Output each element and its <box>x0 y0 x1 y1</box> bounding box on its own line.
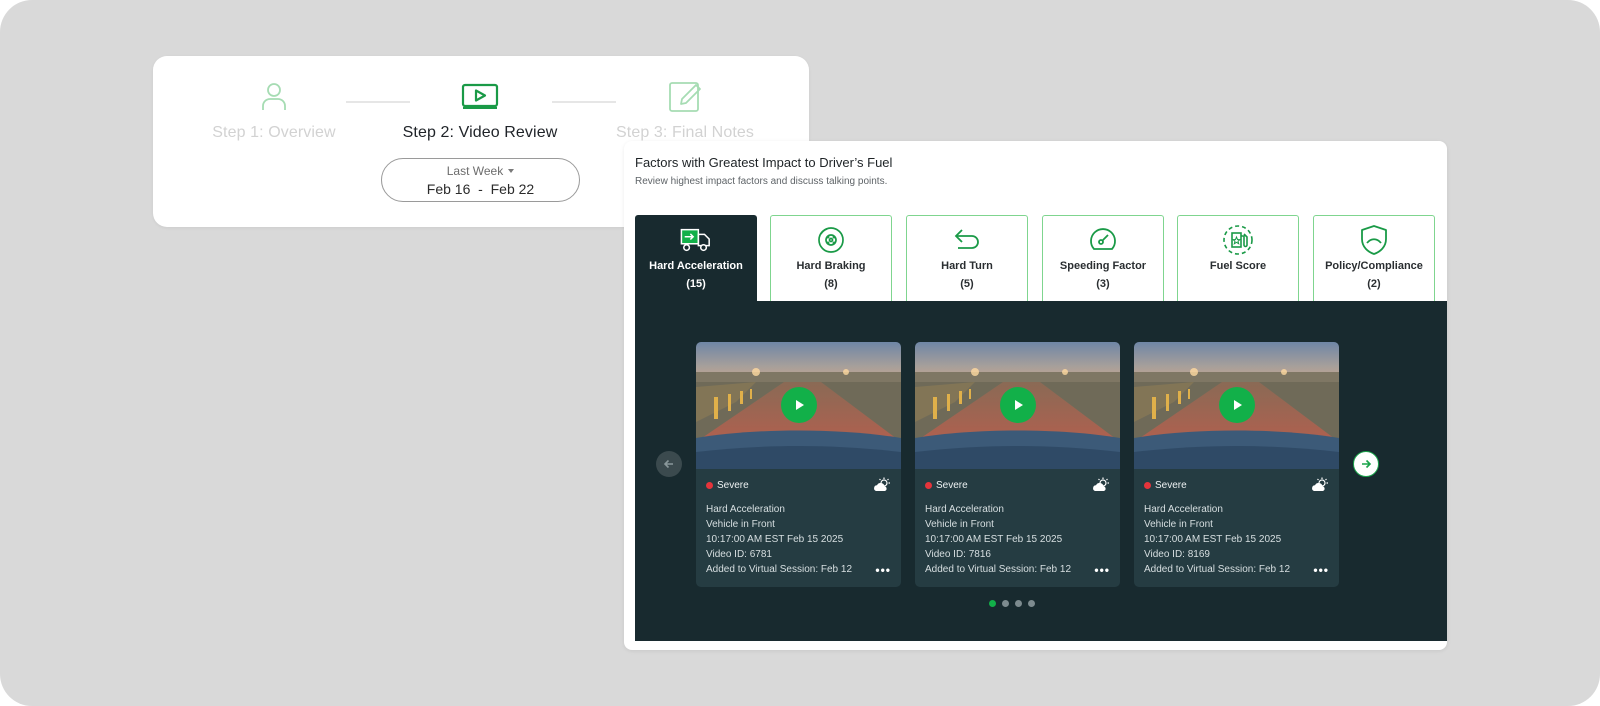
step-final-notes[interactable]: Step 3: Final Notes <box>585 76 785 142</box>
screenshot-frame: Step 1: Overview Step 2: Video Review St… <box>0 0 1600 706</box>
tab-label: Policy/Compliance <box>1325 260 1423 272</box>
play-button[interactable] <box>781 387 817 423</box>
play-button[interactable] <box>1000 387 1036 423</box>
turn-arrow-icon <box>951 224 983 256</box>
tab-hard-acceleration[interactable]: Hard Acceleration (15) <box>635 215 757 301</box>
factors-title: Factors with Greatest Impact to Driver’s… <box>635 155 893 170</box>
event-type: Hard Acceleration <box>1144 504 1223 515</box>
tab-count: (3) <box>1096 278 1110 290</box>
event-detail: Vehicle in Front <box>925 519 994 530</box>
play-icon <box>1234 400 1242 410</box>
fuel-pump-icon <box>1222 224 1254 256</box>
video-meta: Severe Hard Acceleration Vehicle in Fron… <box>1144 477 1329 577</box>
added-to-session: Added to Virtual Session: Feb 12 <box>1144 564 1291 575</box>
tab-label: Hard Turn <box>941 260 993 272</box>
carousel-next-button[interactable] <box>1353 451 1379 477</box>
video-play-icon <box>460 76 500 116</box>
video-id: Video ID: 6781 <box>706 549 772 560</box>
added-to-session: Added to Virtual Session: Feb 12 <box>925 564 1072 575</box>
event-detail: Vehicle in Front <box>706 519 775 530</box>
event-time: 10:17:00 AM EST Feb 15 2025 <box>1144 534 1282 545</box>
play-button[interactable] <box>1219 387 1255 423</box>
severity-label: Severe <box>936 480 968 491</box>
video-card[interactable]: Severe Hard Acceleration Vehicle in Fron… <box>1134 342 1339 587</box>
speedometer-icon <box>1087 224 1119 256</box>
tab-speeding-factor[interactable]: Speeding Factor (3) <box>1042 215 1164 301</box>
more-options-icon[interactable]: ••• <box>1094 563 1110 577</box>
pagination-dot[interactable] <box>1002 600 1009 607</box>
carousel-pagination <box>989 600 1035 607</box>
more-options-icon[interactable]: ••• <box>1313 563 1329 577</box>
severity-dot <box>706 482 713 489</box>
arrow-right-icon <box>1362 459 1372 469</box>
partly-cloudy-icon <box>874 477 890 491</box>
chevron-down-icon <box>508 168 515 173</box>
tab-label: Hard Braking <box>796 260 866 272</box>
range-end: Feb 22 <box>490 180 535 197</box>
video-meta: Severe Hard Acceleration Vehicle in Fron… <box>925 477 1110 577</box>
event-detail: Vehicle in Front <box>1144 519 1213 530</box>
video-card[interactable]: Severe Hard Acceleration Vehicle in Fron… <box>915 342 1120 587</box>
severity-badge: Severe <box>925 480 1110 491</box>
step-video-review[interactable]: Step 2: Video Review <box>380 76 580 142</box>
event-time: 10:17:00 AM EST Feb 15 2025 <box>706 534 844 545</box>
severity-dot <box>925 482 932 489</box>
brake-disc-icon <box>815 224 847 256</box>
severity-dot <box>1144 482 1151 489</box>
tab-policy-compliance[interactable]: Policy/Compliance (2) <box>1313 215 1435 301</box>
pagination-dot[interactable] <box>1015 600 1022 607</box>
video-carousel: Severe Hard Acceleration Vehicle in Fron… <box>635 301 1447 641</box>
tab-label: Hard Acceleration <box>649 260 743 272</box>
pagination-dot[interactable] <box>989 600 996 607</box>
carousel-prev-button[interactable] <box>656 451 682 477</box>
tab-hard-braking[interactable]: Hard Braking (8) <box>770 215 892 301</box>
arrow-left-icon <box>663 459 673 469</box>
tab-count: (8) <box>824 278 838 290</box>
pagination-dot[interactable] <box>1028 600 1035 607</box>
severity-badge: Severe <box>1144 480 1329 491</box>
tab-count: (15) <box>686 278 706 290</box>
step-label: Step 2: Video Review <box>402 124 558 141</box>
more-options-icon[interactable]: ••• <box>875 563 891 577</box>
partly-cloudy-icon <box>1312 477 1328 491</box>
video-id: Video ID: 7816 <box>925 549 991 560</box>
video-card[interactable]: Severe Hard Acceleration Vehicle in Fron… <box>696 342 901 587</box>
severity-label: Severe <box>1155 480 1187 491</box>
video-meta: Severe Hard Acceleration Vehicle in Fron… <box>706 477 891 577</box>
tab-fuel-score[interactable]: Fuel Score <box>1177 215 1299 301</box>
shield-icon <box>1358 224 1390 256</box>
range-start: Feb 16 <box>426 180 471 197</box>
range-separator: - <box>478 180 483 197</box>
factors-panel: Factors with Greatest Impact to Driver’s… <box>624 141 1447 650</box>
tab-count: (5) <box>960 278 974 290</box>
step-label: Step 3: Final Notes <box>616 124 754 141</box>
event-type: Hard Acceleration <box>706 504 785 515</box>
step-label: Step 1: Overview <box>212 124 336 141</box>
video-id: Video ID: 8169 <box>1144 549 1210 560</box>
video-thumbnail[interactable] <box>1134 342 1339 469</box>
step-overview[interactable]: Step 1: Overview <box>174 76 374 142</box>
truck-icon <box>680 224 712 256</box>
play-icon <box>1015 400 1023 410</box>
tab-label: Speeding Factor <box>1059 260 1147 272</box>
date-range-selector[interactable]: Last Week Feb 16 - Feb 22 <box>381 158 580 202</box>
video-thumbnail[interactable] <box>915 342 1120 469</box>
event-time: 10:17:00 AM EST Feb 15 2025 <box>925 534 1063 545</box>
user-icon <box>254 76 294 116</box>
period-label: Last Week <box>446 163 504 178</box>
added-to-session: Added to Virtual Session: Feb 12 <box>706 564 853 575</box>
tab-label: Fuel Score <box>1209 260 1267 272</box>
tab-hard-turn[interactable]: Hard Turn (5) <box>906 215 1028 301</box>
video-thumbnail[interactable] <box>696 342 901 469</box>
partly-cloudy-icon <box>1093 477 1109 491</box>
factors-subtitle: Review highest impact factors and discus… <box>635 176 888 187</box>
play-icon <box>796 400 804 410</box>
event-type: Hard Acceleration <box>925 504 1004 515</box>
severity-badge: Severe <box>706 480 891 491</box>
edit-note-icon <box>665 76 705 116</box>
date-range: Feb 16 - Feb 22 <box>427 181 534 197</box>
tab-count: (2) <box>1367 278 1381 290</box>
severity-label: Severe <box>717 480 749 491</box>
